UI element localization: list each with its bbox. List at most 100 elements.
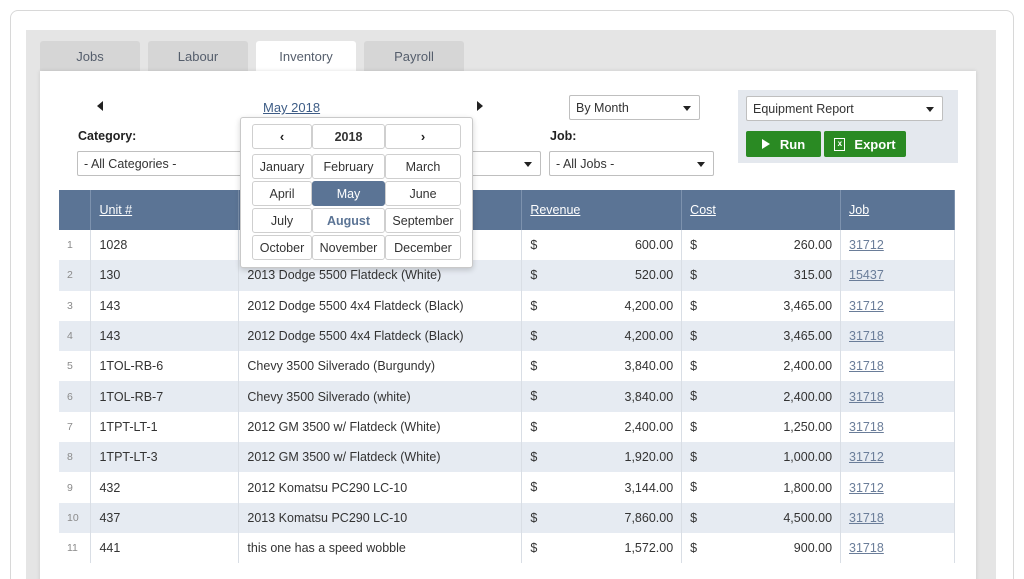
cost-cell: $1,000.00: [681, 442, 842, 473]
job-link[interactable]: 31718: [849, 420, 884, 434]
row-number: 3: [59, 290, 92, 321]
currency-symbol: $: [530, 328, 538, 343]
next-period-icon[interactable]: [477, 101, 483, 111]
tab-payroll[interactable]: Payroll: [364, 41, 464, 72]
job-value: - All Jobs -: [556, 156, 615, 171]
job-link[interactable]: 31718: [849, 359, 884, 373]
month-option-july[interactable]: July: [252, 208, 312, 233]
period-type-select[interactable]: By Month: [569, 95, 700, 120]
month-option-april[interactable]: April: [252, 181, 312, 206]
currency-symbol: $: [530, 298, 538, 313]
period-picker-link[interactable]: May 2018: [263, 100, 320, 115]
tab-bar: Jobs Labour Inventory Payroll: [40, 41, 472, 72]
job-cell[interactable]: 31712: [840, 230, 955, 261]
export-button[interactable]: x Export: [824, 131, 906, 157]
job-link[interactable]: 31712: [849, 481, 884, 495]
job-link[interactable]: 31718: [849, 511, 884, 525]
month-picker: ‹ 2018 › January February March April May Jun…: [240, 117, 473, 268]
table-row: 2 130 2013 Dodge 5500 Flatdeck (White) $520…: [59, 260, 955, 291]
month-option-march[interactable]: March: [385, 154, 461, 179]
job-cell[interactable]: 31718: [840, 351, 955, 382]
job-link[interactable]: 31718: [849, 390, 884, 404]
description-cell: 2012 Dodge 5500 4x4 Flatdeck (Black): [238, 290, 523, 321]
job-link[interactable]: 15437: [849, 268, 884, 282]
month-option-june[interactable]: June: [385, 181, 461, 206]
job-cell[interactable]: 31712: [840, 290, 955, 321]
row-number: 2: [59, 260, 92, 291]
revenue-amount: 1,572.00: [624, 541, 674, 556]
picker-year[interactable]: 2018: [312, 124, 385, 149]
table-row: 11 441 this one has a speed wobble $1,572.0…: [59, 532, 955, 564]
tab-jobs[interactable]: Jobs: [40, 41, 140, 72]
month-option-january[interactable]: January: [252, 154, 312, 179]
currency-symbol: $: [690, 510, 698, 525]
revenue-cell: $3,144.00: [521, 472, 683, 503]
job-link[interactable]: 31712: [849, 299, 884, 313]
table-row: 1 1028 $600.00 $260.00 31712: [59, 230, 955, 261]
cost-amount: 1,250.00: [783, 419, 833, 434]
cost-amount: 1,800.00: [783, 480, 833, 495]
cost-cell: $1,800.00: [681, 472, 842, 503]
currency-symbol: $: [530, 450, 538, 465]
table-row: 4 143 2012 Dodge 5500 4x4 Flatdeck (Black)…: [59, 320, 955, 352]
unit-cell: 1TOL-RB-6: [90, 351, 240, 382]
month-option-august[interactable]: August: [312, 208, 385, 233]
tab-inventory[interactable]: Inventory: [256, 41, 356, 72]
job-cell[interactable]: 31712: [840, 442, 955, 473]
job-cell[interactable]: 31718: [840, 532, 955, 564]
job-cell[interactable]: 31718: [840, 320, 955, 352]
month-option-november[interactable]: November: [312, 235, 385, 260]
cost-header[interactable]: Cost: [681, 190, 842, 230]
job-cell[interactable]: 31718: [840, 411, 955, 443]
table-row: 10 437 2013 Komatsu PC290 LC-10 $7,860.00 $4…: [59, 502, 955, 533]
tab-labour[interactable]: Labour: [148, 41, 248, 72]
currency-symbol: $: [530, 359, 538, 374]
row-number: 5: [59, 351, 92, 382]
revenue-cell: $7,860.00: [521, 502, 683, 533]
previous-period-icon[interactable]: [97, 101, 103, 111]
revenue-cell: $3,840.00: [521, 351, 683, 382]
month-option-december[interactable]: December: [385, 235, 461, 260]
export-button-label: Export: [854, 136, 896, 152]
unit-cell: 1TPT-LT-1: [90, 411, 240, 443]
chevron-left-icon[interactable]: ‹: [252, 124, 312, 149]
job-link[interactable]: 31712: [849, 450, 884, 464]
month-option-may[interactable]: May: [312, 181, 385, 206]
job-link[interactable]: 31712: [849, 238, 884, 252]
cost-amount: 900.00: [793, 541, 833, 556]
revenue-amount: 4,200.00: [624, 329, 674, 344]
month-option-september[interactable]: September: [385, 208, 461, 233]
job-header[interactable]: Job: [840, 190, 955, 230]
currency-symbol: $: [690, 419, 698, 434]
month-option-october[interactable]: October: [252, 235, 312, 260]
chevron-right-icon[interactable]: ›: [385, 124, 461, 149]
currency-symbol: $: [530, 419, 538, 434]
row-number: 8: [59, 442, 92, 473]
chevron-down-icon: [697, 162, 705, 167]
run-button[interactable]: Run: [746, 131, 821, 157]
currency-symbol: $: [690, 268, 698, 283]
job-link[interactable]: 31718: [849, 329, 884, 343]
job-cell[interactable]: 31718: [840, 381, 955, 412]
category-label: Category:: [78, 129, 137, 143]
job-link[interactable]: 31718: [849, 541, 884, 555]
cost-cell: $1,250.00: [681, 411, 842, 443]
revenue-header[interactable]: Revenue: [521, 190, 683, 230]
job-select[interactable]: - All Jobs -: [549, 151, 714, 176]
description-cell: this one has a speed wobble: [238, 532, 523, 564]
job-cell[interactable]: 15437: [840, 260, 955, 291]
month-option-february[interactable]: February: [312, 154, 385, 179]
unit-header[interactable]: Unit #: [90, 190, 240, 230]
table-row: 9 432 2012 Komatsu PC290 LC-10 $3,144.00 $1,…: [59, 472, 955, 503]
row-number: 4: [59, 320, 92, 352]
currency-symbol: $: [530, 540, 538, 555]
cost-cell: $2,400.00: [681, 381, 842, 412]
job-cell[interactable]: 31718: [840, 502, 955, 533]
excel-file-icon: x: [834, 137, 846, 151]
row-number: 10: [59, 502, 92, 533]
job-cell[interactable]: 31712: [840, 472, 955, 503]
unit-cell: 1028: [90, 230, 240, 261]
cost-cell: $3,465.00: [681, 290, 842, 321]
report-select[interactable]: Equipment Report: [746, 96, 943, 121]
cost-amount: 260.00: [793, 238, 833, 253]
